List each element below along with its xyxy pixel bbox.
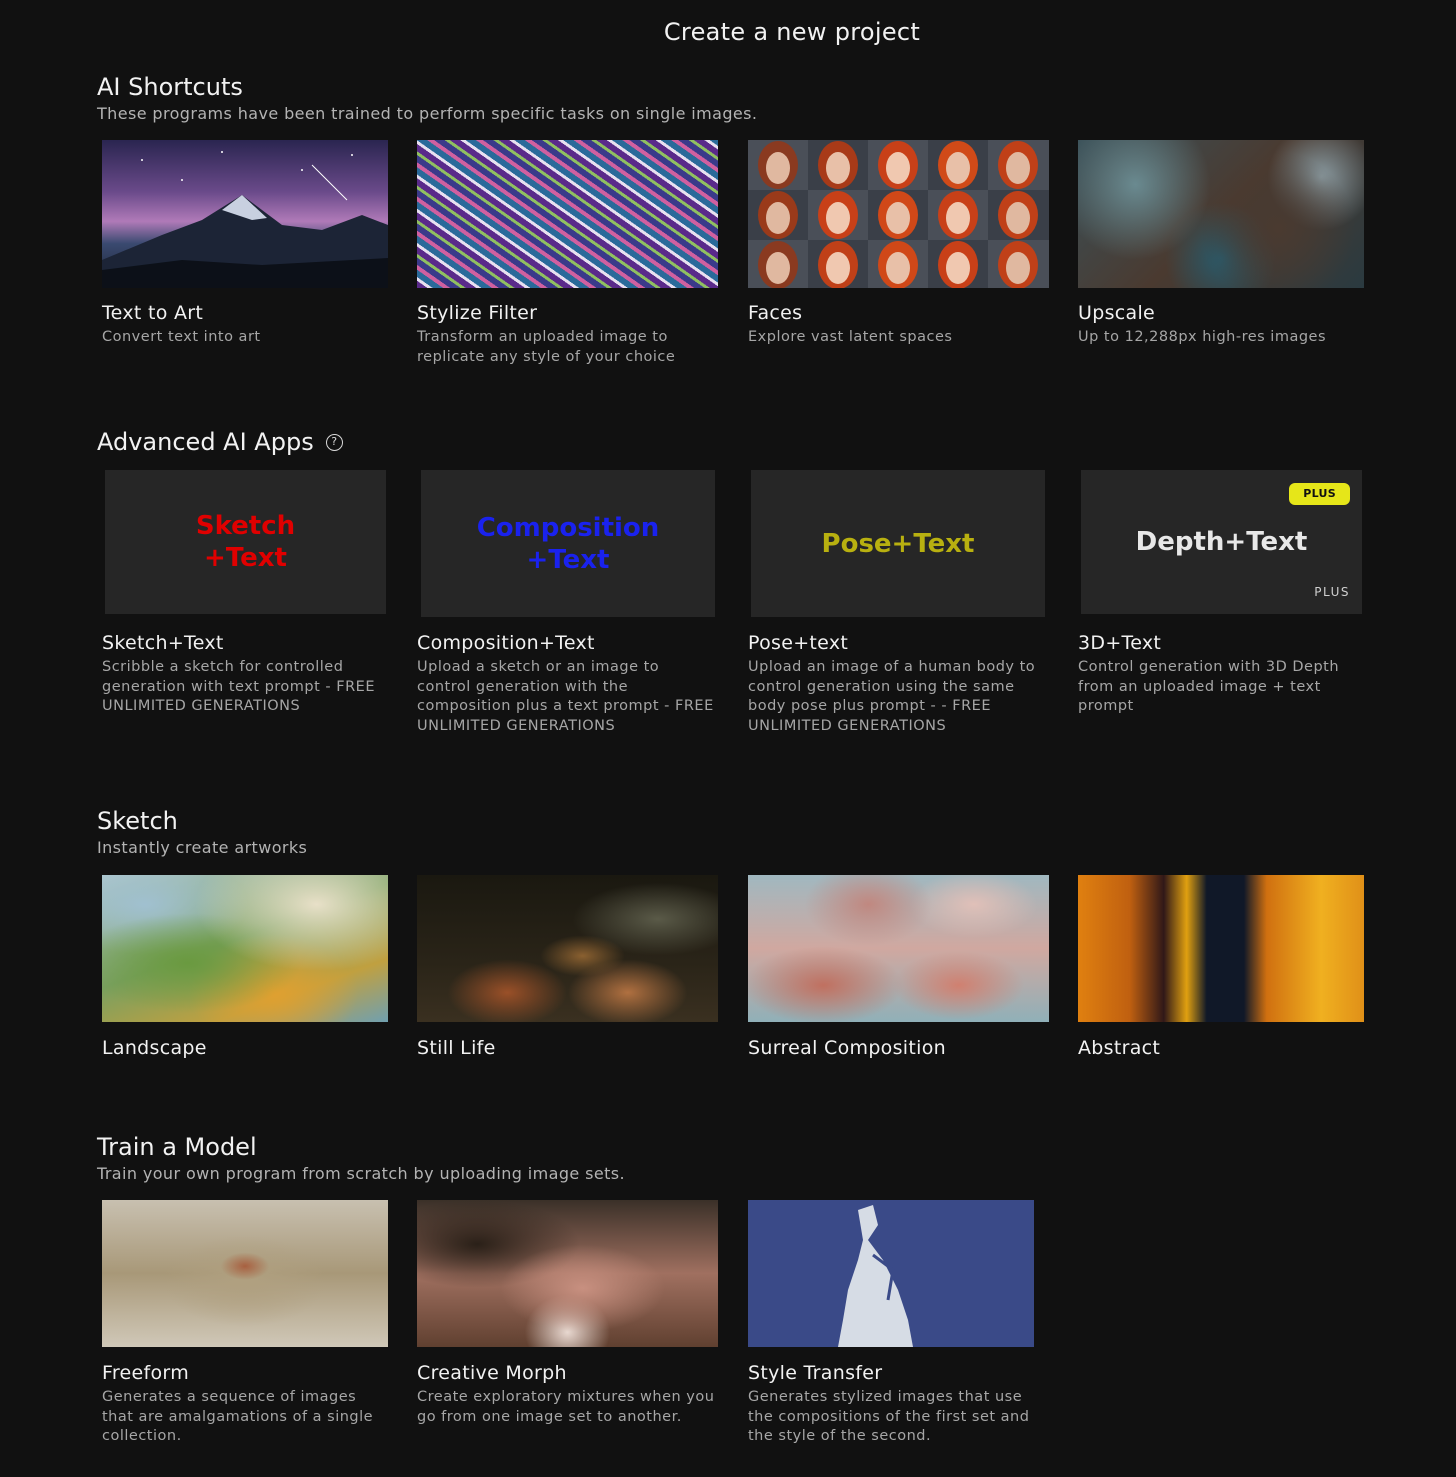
card-title: Faces	[748, 302, 803, 324]
card-title: Style Transfer	[748, 1362, 883, 1384]
card-landscape[interactable]: Landscape	[102, 875, 388, 1065]
card-title: Stylize Filter	[417, 302, 538, 324]
tile-line-1: Depth+Text	[1135, 527, 1308, 557]
card-3d-text[interactable]: Depth+Text PLUS PLUS 3D+Text Control gen…	[1078, 470, 1368, 730]
card-text-to-art[interactable]: Text to Art Convert text into art	[102, 140, 388, 360]
surreal-composition-thumbnail	[748, 875, 1049, 1022]
card-title: Still Life	[417, 1037, 496, 1059]
card-freeform[interactable]: Freeform Generates a sequence of images …	[102, 1200, 392, 1450]
card-faces[interactable]: Faces Explore vast latent spaces	[748, 140, 1049, 360]
section-title-train-a-model: Train a Model	[97, 1133, 257, 1161]
section-title-sketch: Sketch	[97, 807, 178, 835]
faces-thumbnail	[748, 140, 1049, 288]
card-description: Upload an image of a human body to contr…	[748, 659, 1036, 734]
section-subtitle-ai-shortcuts: These programs have been trained to perf…	[97, 104, 758, 123]
style-transfer-thumbnail	[748, 1200, 1034, 1347]
card-title: Surreal Composition	[748, 1037, 946, 1059]
depth-text-tile: Depth+Text PLUS PLUS	[1081, 470, 1362, 614]
card-title: Composition+Text	[417, 632, 595, 654]
faces-grid-image	[748, 140, 1049, 288]
create-project-page: Create a new project AI Shortcuts These …	[0, 0, 1456, 1477]
composition-text-tile: Composition +Text	[421, 470, 715, 617]
pose-text-tile: Pose+Text	[751, 470, 1045, 617]
plus-label: PLUS	[1314, 585, 1350, 599]
card-description: Convert text into art	[102, 329, 261, 345]
abstract-thumbnail	[1078, 875, 1364, 1022]
card-pose-text[interactable]: Pose+Text Pose+text Upload an image of a…	[748, 470, 1049, 740]
text-to-art-thumbnail	[102, 140, 388, 288]
card-abstract[interactable]: Abstract	[1078, 875, 1364, 1065]
card-title: Upscale	[1078, 302, 1156, 324]
card-creative-morph[interactable]: Creative Morph Create exploratory mixtur…	[417, 1200, 718, 1440]
page-title: Create a new project	[663, 18, 921, 46]
creative-morph-thumbnail	[417, 1200, 718, 1347]
card-description: Up to 12,288px high-res images	[1078, 329, 1327, 345]
card-description: Explore vast latent spaces	[748, 329, 953, 345]
section-title-advanced-ai-apps: Advanced AI Apps ?	[97, 428, 343, 456]
card-sketch-text[interactable]: Sketch +Text Sketch+Text Scribble a sketc…	[102, 470, 392, 730]
stylize-filter-thumbnail	[417, 140, 718, 288]
card-title: 3D+Text	[1078, 632, 1162, 654]
card-composition-text[interactable]: Composition +Text Composition+Text Upload…	[417, 470, 718, 740]
tile-line-2: +Text	[204, 543, 287, 573]
card-description: Create exploratory mixtures when you go …	[417, 1389, 715, 1425]
freeform-thumbnail	[102, 1200, 388, 1347]
card-description: Transform an uploaded image to replicate…	[417, 329, 676, 365]
card-title: Sketch+Text	[102, 632, 224, 654]
section-subtitle-train-a-model: Train your own program from scratch by u…	[97, 1164, 625, 1183]
card-title: Abstract	[1078, 1037, 1161, 1059]
landscape-thumbnail	[102, 875, 388, 1022]
help-circle-icon[interactable]: ?	[325, 433, 343, 451]
tile-line-1: Sketch	[195, 511, 296, 541]
plus-badge: PLUS	[1289, 483, 1350, 505]
card-description: Generates stylized images that use the c…	[748, 1389, 1030, 1445]
tile-line-1: Composition	[476, 512, 660, 543]
card-title: Creative Morph	[417, 1362, 567, 1384]
card-surreal-composition[interactable]: Surreal Composition	[748, 875, 1049, 1065]
card-description: Generates a sequence of images that are …	[102, 1389, 374, 1445]
card-still-life[interactable]: Still Life	[417, 875, 718, 1065]
sketch-text-tile: Sketch +Text	[105, 470, 386, 614]
card-upscale[interactable]: Upscale Up to 12,288px high-res images	[1078, 140, 1364, 360]
card-title: Landscape	[102, 1037, 207, 1059]
card-description: Upload a sketch or an image to control g…	[417, 659, 714, 734]
style-transfer-image	[838, 1205, 913, 1347]
tile-line-2: +Text	[526, 544, 610, 575]
mountain-image	[102, 151, 388, 288]
card-title: Freeform	[102, 1362, 190, 1384]
card-title: Pose+text	[748, 632, 849, 654]
card-style-transfer[interactable]: Style Transfer Generates stylized images…	[748, 1200, 1038, 1450]
tile-line-1: Pose+Text	[821, 528, 975, 559]
card-title: Text to Art	[102, 302, 204, 324]
card-stylize-filter[interactable]: Stylize Filter Transform an uploaded ima…	[417, 140, 718, 370]
still-life-thumbnail	[417, 875, 718, 1022]
card-description: Scribble a sketch for controlled generat…	[102, 659, 375, 715]
card-description: Control generation with 3D Depth from an…	[1078, 659, 1340, 715]
section-title-ai-shortcuts: AI Shortcuts	[97, 73, 243, 101]
section-subtitle-sketch: Instantly create artworks	[97, 838, 308, 857]
upscale-thumbnail	[1078, 140, 1364, 288]
